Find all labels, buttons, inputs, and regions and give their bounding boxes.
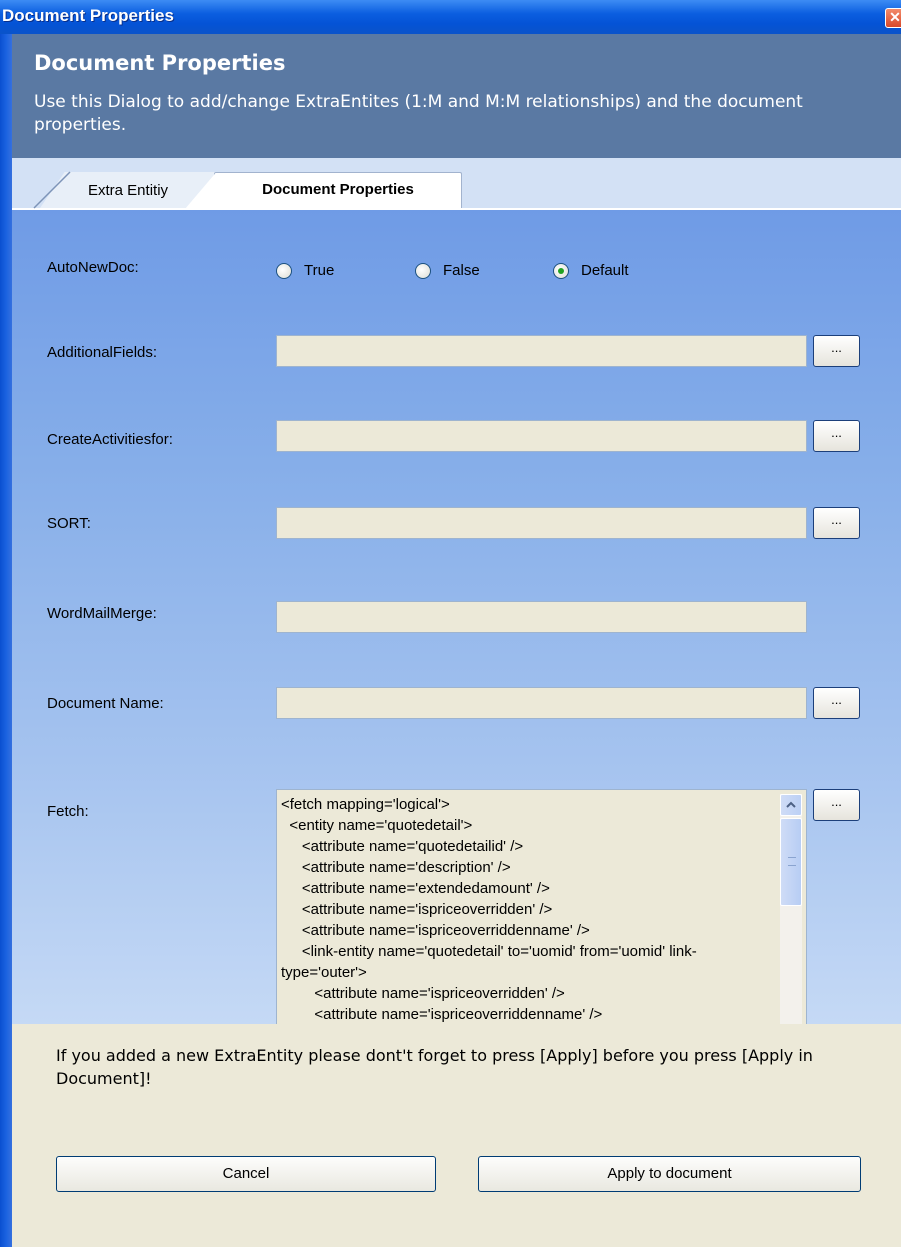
create-activities-input[interactable] (276, 420, 807, 452)
radio-true-label: True (304, 262, 335, 279)
cancel-button[interactable]: Cancel (56, 1156, 436, 1192)
create-activities-browse-button[interactable]: ... (813, 420, 860, 452)
radio-true-icon[interactable] (276, 263, 292, 279)
dialog-header: Document Properties Use this Dialog to a… (12, 34, 901, 158)
sort-label: SORT: (47, 515, 91, 532)
tab-document-properties[interactable]: Document Properties (214, 172, 462, 208)
up-arrow-icon (786, 801, 796, 808)
tab-document-properties-label: Document Properties (262, 181, 414, 198)
additional-fields-input[interactable] (276, 335, 807, 367)
scroll-up-button[interactable] (780, 794, 802, 816)
window-frame-left (0, 34, 12, 1247)
close-icon: ✕ (889, 9, 901, 25)
autonewdoc-label: AutoNewDoc: (47, 259, 139, 276)
document-name-label: Document Name: (47, 695, 164, 712)
fetch-label: Fetch: (47, 803, 89, 820)
radio-false-icon[interactable] (415, 263, 431, 279)
title-bar[interactable]: Document Properties ✕ (0, 0, 901, 34)
footer-note: If you added a new ExtraEntity please do… (56, 1046, 813, 1088)
fetch-browse-button[interactable]: ... (813, 789, 860, 821)
dialog-window: Document Properties ✕ Document Propertie… (0, 0, 901, 1247)
close-button[interactable]: ✕ (885, 8, 901, 28)
additional-fields-browse-button[interactable]: ... (813, 335, 860, 367)
header-title: Document Properties (34, 51, 286, 75)
scroll-grip-icon (788, 857, 796, 866)
additional-fields-label: AdditionalFields: (47, 344, 158, 361)
word-mail-merge-input[interactable] (276, 601, 807, 633)
document-name-browse-button[interactable]: ... (813, 687, 860, 719)
window-title: Document Properties (2, 6, 174, 25)
radio-default-label: Default (581, 262, 629, 279)
header-description: Use this Dialog to add/change ExtraEntit… (34, 92, 803, 135)
create-activities-label: CreateActivitiesfor: (47, 431, 173, 448)
tab-extra-entity-label: Extra Entitiy (88, 182, 169, 199)
sort-input[interactable] (276, 507, 807, 539)
tab-edge-decoration (33, 171, 71, 209)
dialog-content: Document Properties Use this Dialog to a… (12, 34, 901, 1247)
radio-default-icon[interactable] (553, 263, 569, 279)
scroll-thumb[interactable] (780, 818, 802, 906)
radio-false-label: False (443, 262, 480, 279)
dialog-footer: If you added a new ExtraEntity please do… (12, 1024, 901, 1247)
apply-to-document-button[interactable]: Apply to document (478, 1156, 861, 1192)
fetch-text: <fetch mapping='logical'> <entity name='… (281, 796, 697, 1023)
sort-browse-button[interactable]: ... (813, 507, 860, 539)
document-name-input[interactable] (276, 687, 807, 719)
word-mail-merge-label: WordMailMerge: (47, 605, 157, 622)
